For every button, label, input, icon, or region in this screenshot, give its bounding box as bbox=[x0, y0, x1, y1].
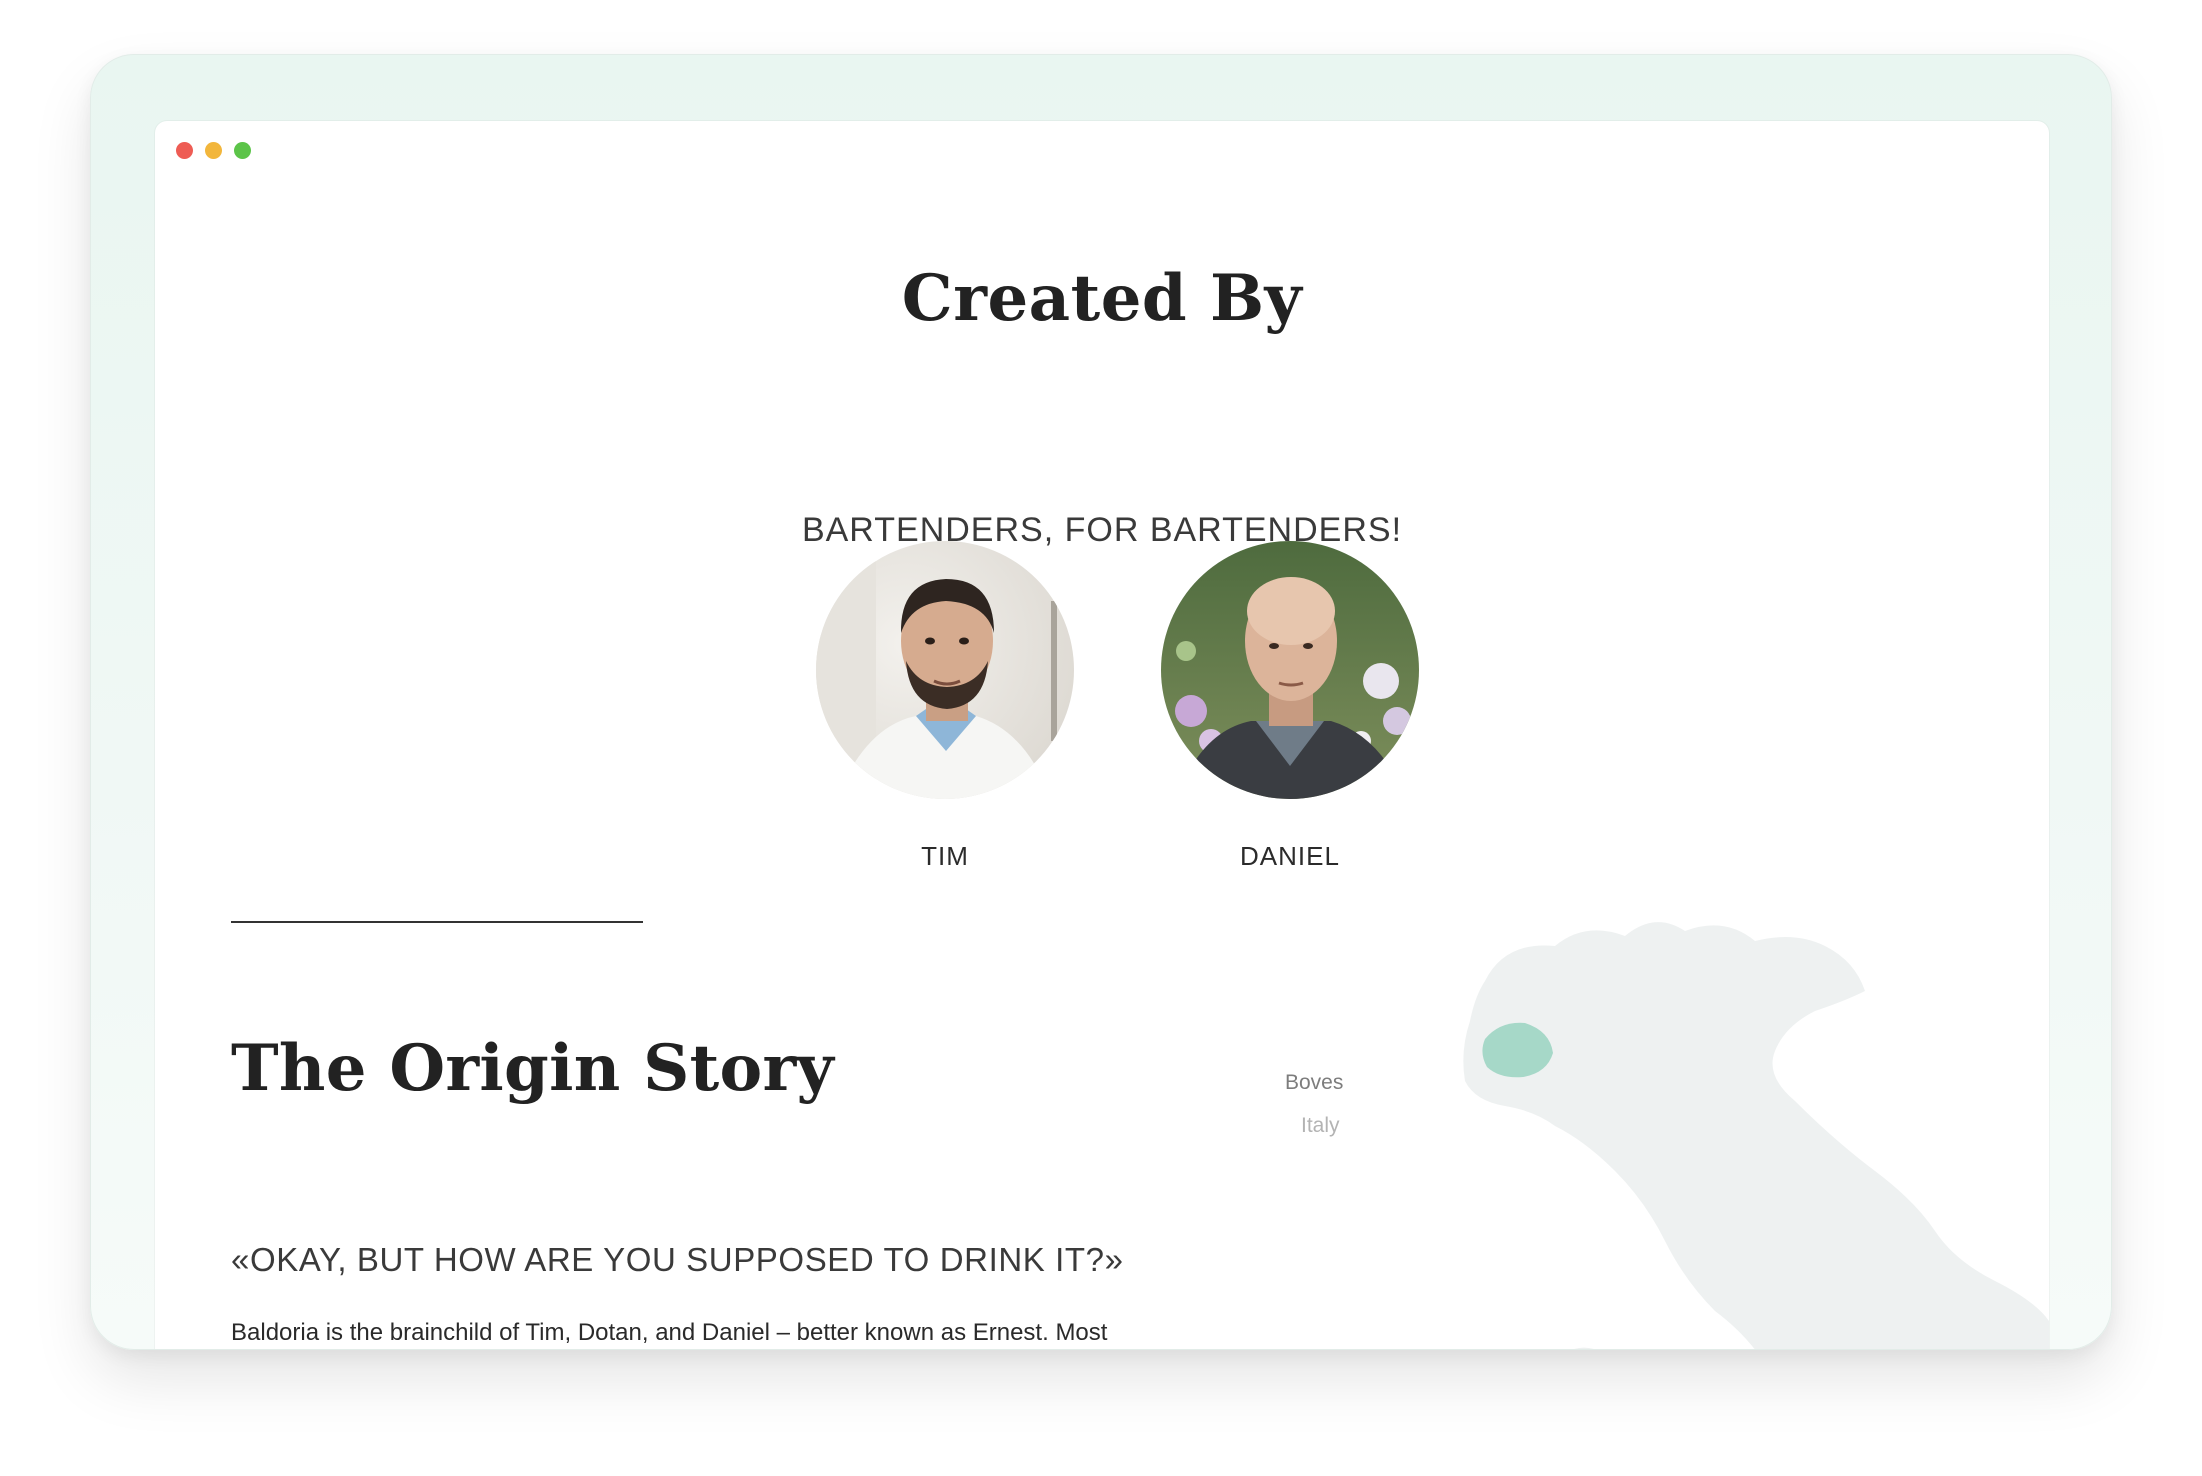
map-label-italy: Italy bbox=[1301, 1114, 1340, 1137]
minimize-window-dot[interactable] bbox=[205, 142, 222, 159]
italy-map bbox=[1463, 922, 2049, 1349]
italy-landmass bbox=[1463, 922, 2049, 1349]
origin-body: Baldoria is the brainchild of Tim, Dotan… bbox=[231, 1269, 1131, 1349]
window-controls bbox=[176, 142, 251, 159]
person-card-tim[interactable]: TIM bbox=[816, 541, 1074, 872]
map-label-boves: Boves bbox=[1285, 1071, 1344, 1094]
browser-window: Created By BARTENDERS, FOR BARTENDERS! T… bbox=[155, 121, 2049, 1349]
section-divider bbox=[231, 921, 643, 923]
person-name-daniel: DANIEL bbox=[1240, 841, 1340, 871]
sardinia-landmass bbox=[1574, 1347, 1594, 1349]
daniel-avatar[interactable] bbox=[1161, 541, 1419, 799]
maximize-window-dot[interactable] bbox=[234, 142, 251, 159]
person-name-tim: TIM bbox=[921, 841, 969, 871]
tim-avatar[interactable] bbox=[816, 541, 1074, 799]
person-card-daniel[interactable]: DANIEL bbox=[1161, 541, 1419, 872]
origin-body-paragraph: Baldoria is the brainchild of Tim, Dotan… bbox=[231, 1319, 1108, 1346]
origin-story-heading: The Origin Story bbox=[231, 1031, 834, 1106]
created-by-heading: Created By bbox=[901, 261, 1303, 336]
browser-frame-backdrop: Created By BARTENDERS, FOR BARTENDERS! T… bbox=[90, 54, 2112, 1350]
close-window-dot[interactable] bbox=[176, 142, 193, 159]
created-by-subtitle: BARTENDERS, FOR BARTENDERS! bbox=[801, 511, 1403, 549]
